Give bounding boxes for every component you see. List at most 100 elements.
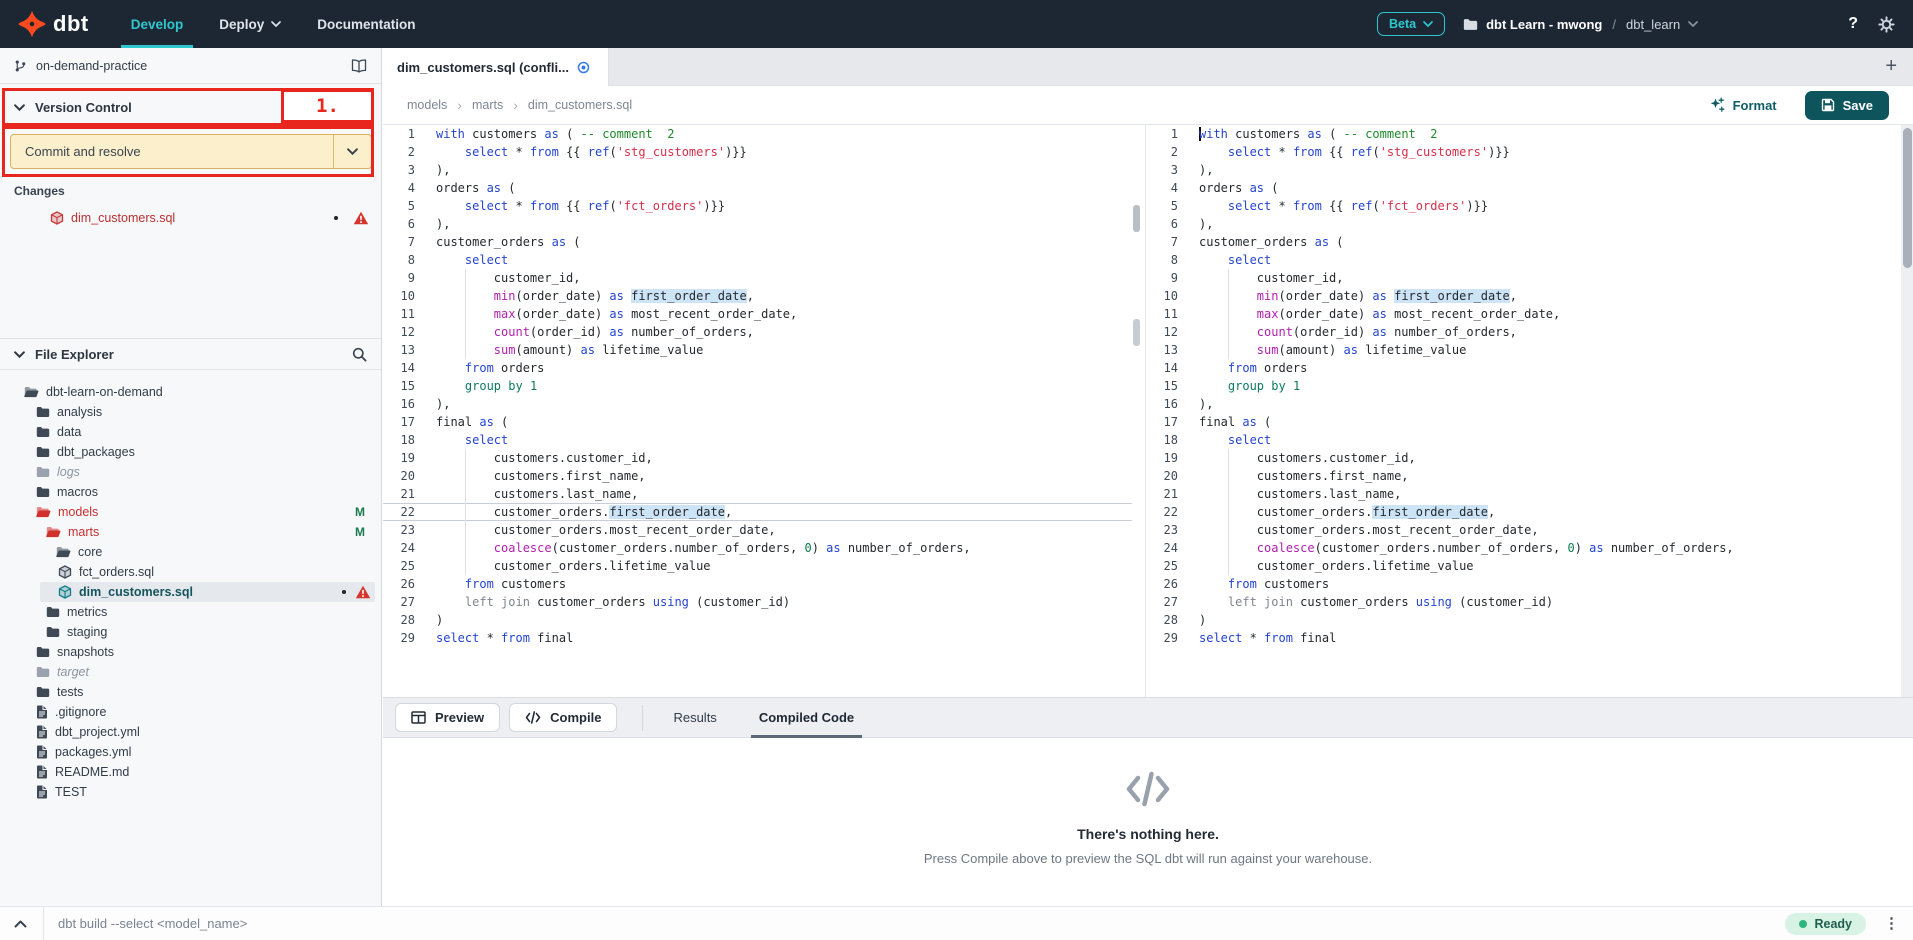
tab-compiled-code[interactable]: Compiled Code [745, 697, 868, 738]
branch-name: on-demand-practice [36, 59, 147, 73]
folder-icon [36, 666, 50, 678]
tree-item-packages.yml[interactable]: packages.yml [0, 742, 381, 762]
line-number: 11 [1146, 305, 1191, 323]
line-number: 13 [383, 341, 428, 359]
tree-item-TEST[interactable]: TEST [0, 782, 381, 802]
line-number: 4 [383, 179, 428, 197]
search-icon[interactable] [352, 347, 367, 362]
tree-item-label: staging [67, 625, 107, 639]
kebab-menu-icon[interactable]: ⋮ [1884, 916, 1899, 931]
folder-icon [36, 486, 50, 498]
annotation-label: 1. [281, 89, 374, 123]
tree-item-data[interactable]: data [0, 422, 381, 442]
left-editor-scrollbar-thumb[interactable] [1133, 205, 1140, 232]
project-selector[interactable]: dbt Learn - mwong / dbt_learn [1463, 17, 1698, 32]
tree-item-analysis[interactable]: analysis [0, 402, 381, 422]
preview-button[interactable]: Preview [395, 703, 500, 732]
highlighted-word: first_order_date [631, 289, 747, 303]
git-branch-selector[interactable]: on-demand-practice [0, 48, 381, 84]
dbt-logo[interactable]: dbt [18, 10, 89, 38]
indent-guide [1228, 539, 1229, 557]
breadcrumb: models › marts › dim_customers.sql Forma… [383, 86, 1913, 125]
code-line-2: 2 select * from {{ ref('stg_customers')}… [383, 143, 1132, 161]
tree-item-staging[interactable]: staging [0, 622, 381, 642]
dbt-logo-text: dbt [53, 11, 89, 37]
status-dot [1799, 920, 1807, 928]
code-line-25: 25 customer_orders.lifetime_value [383, 557, 1132, 575]
file-explorer-header[interactable]: File Explorer [0, 338, 381, 370]
tree-item-target[interactable]: target [0, 662, 381, 682]
line-number: 18 [1146, 431, 1191, 449]
line-number: 10 [383, 287, 428, 305]
tree-item-label: fct_orders.sql [79, 565, 154, 579]
beta-button[interactable]: Beta [1377, 12, 1445, 36]
tree-item-macros[interactable]: macros [0, 482, 381, 502]
tree-item-snapshots[interactable]: snapshots [0, 642, 381, 662]
empty-state-title: There's nothing here. [1077, 826, 1219, 842]
code-line-14: 14 from orders [1146, 359, 1913, 377]
code-line-19: 19 customers.customer_id, [1146, 449, 1913, 467]
help-icon[interactable]: ? [1848, 15, 1858, 33]
tree-item-dbt_project.yml[interactable]: dbt_project.yml [0, 722, 381, 742]
changed-file-dim-customers[interactable]: dim_customers.sql [0, 207, 381, 229]
format-button[interactable]: Format [1709, 97, 1777, 113]
code-line-9: 9 customer_id, [1146, 269, 1913, 287]
folder-icon [36, 426, 50, 438]
tree-item-marts[interactable]: martsM [0, 522, 381, 542]
new-tab-button[interactable]: + [1885, 55, 1897, 78]
line-number: 29 [383, 629, 428, 647]
file-icon [36, 745, 48, 759]
code-line-29: 29select * from final [383, 629, 1132, 647]
left-editor-scrollbar-thumb[interactable] [1133, 319, 1140, 346]
divider [642, 705, 643, 731]
code-editor-right[interactable]: 1with customers as ( -- comment 22 selec… [1145, 125, 1913, 697]
commit-dropdown-button[interactable] [333, 135, 371, 168]
line-number: 16 [383, 395, 428, 413]
chevron-right-icon: › [513, 97, 518, 113]
dbt-command-input[interactable] [58, 916, 1785, 931]
line-number: 19 [383, 449, 428, 467]
tree-item-metrics[interactable]: metrics [0, 602, 381, 622]
book-icon[interactable] [351, 59, 367, 73]
tree-item-tests[interactable]: tests [0, 682, 381, 702]
tab-dim-customers[interactable]: dim_customers.sql (confli... [383, 48, 609, 87]
gear-icon[interactable] [1878, 16, 1895, 33]
tree-item-logs[interactable]: logs [0, 462, 381, 482]
code-editor-left[interactable]: 1with customers as ( -- comment 22 selec… [383, 125, 1132, 697]
command-bar: Ready ⋮ [0, 906, 1913, 940]
indent-guide [465, 485, 466, 503]
chevron-up-icon[interactable] [14, 920, 27, 928]
file-icon [36, 725, 48, 739]
code-line-14: 14 from orders [383, 359, 1132, 377]
version-control-header[interactable]: Version Control [14, 91, 132, 123]
table-icon [411, 711, 426, 724]
tree-item-core[interactable]: core [0, 542, 381, 562]
tree-item-dbt_packages[interactable]: dbt_packages [0, 442, 381, 462]
breadcrumb-file: dim_customers.sql [528, 98, 632, 112]
nav-deploy[interactable]: Deploy [219, 0, 281, 48]
nav-develop[interactable]: Develop [131, 0, 184, 48]
tree-item-models[interactable]: modelsM [0, 502, 381, 522]
tree-item-fct_orders.sql[interactable]: fct_orders.sql [0, 562, 381, 582]
tab-results[interactable]: Results [659, 697, 730, 738]
line-number: 27 [383, 593, 428, 611]
code-line-22: 22 customer_orders.first_order_date, [1146, 503, 1913, 521]
folder-open-icon [24, 386, 39, 398]
compile-button[interactable]: Compile [509, 703, 617, 732]
tree-item-dim_customers.sql[interactable]: dim_customers.sql [0, 582, 381, 602]
commit-and-resolve-button[interactable]: Commit and resolve [10, 134, 372, 169]
tree-item-dbt-learn-on-demand[interactable]: dbt-learn-on-demand [0, 382, 381, 402]
line-number: 23 [383, 521, 428, 539]
folder-open-icon [46, 526, 61, 538]
code-line-19: 19 customers.customer_id, [383, 449, 1132, 467]
right-editor-scrollbar-thumb[interactable] [1903, 128, 1912, 268]
code-line-23: 23 customer_orders.most_recent_order_dat… [1146, 521, 1913, 539]
right-editor-scrollbar[interactable] [1901, 125, 1913, 697]
code-line-24: 24 coalesce(customer_orders.number_of_or… [383, 539, 1132, 557]
save-button[interactable]: Save [1805, 91, 1889, 120]
nav-documentation[interactable]: Documentation [317, 0, 415, 48]
tree-item-.gitignore[interactable]: .gitignore [0, 702, 381, 722]
code-line-28: 28) [1146, 611, 1913, 629]
dbt-cloud-ide: dbt Develop Deploy Documentation Beta db… [0, 0, 1913, 940]
tree-item-README.md[interactable]: README.md [0, 762, 381, 782]
